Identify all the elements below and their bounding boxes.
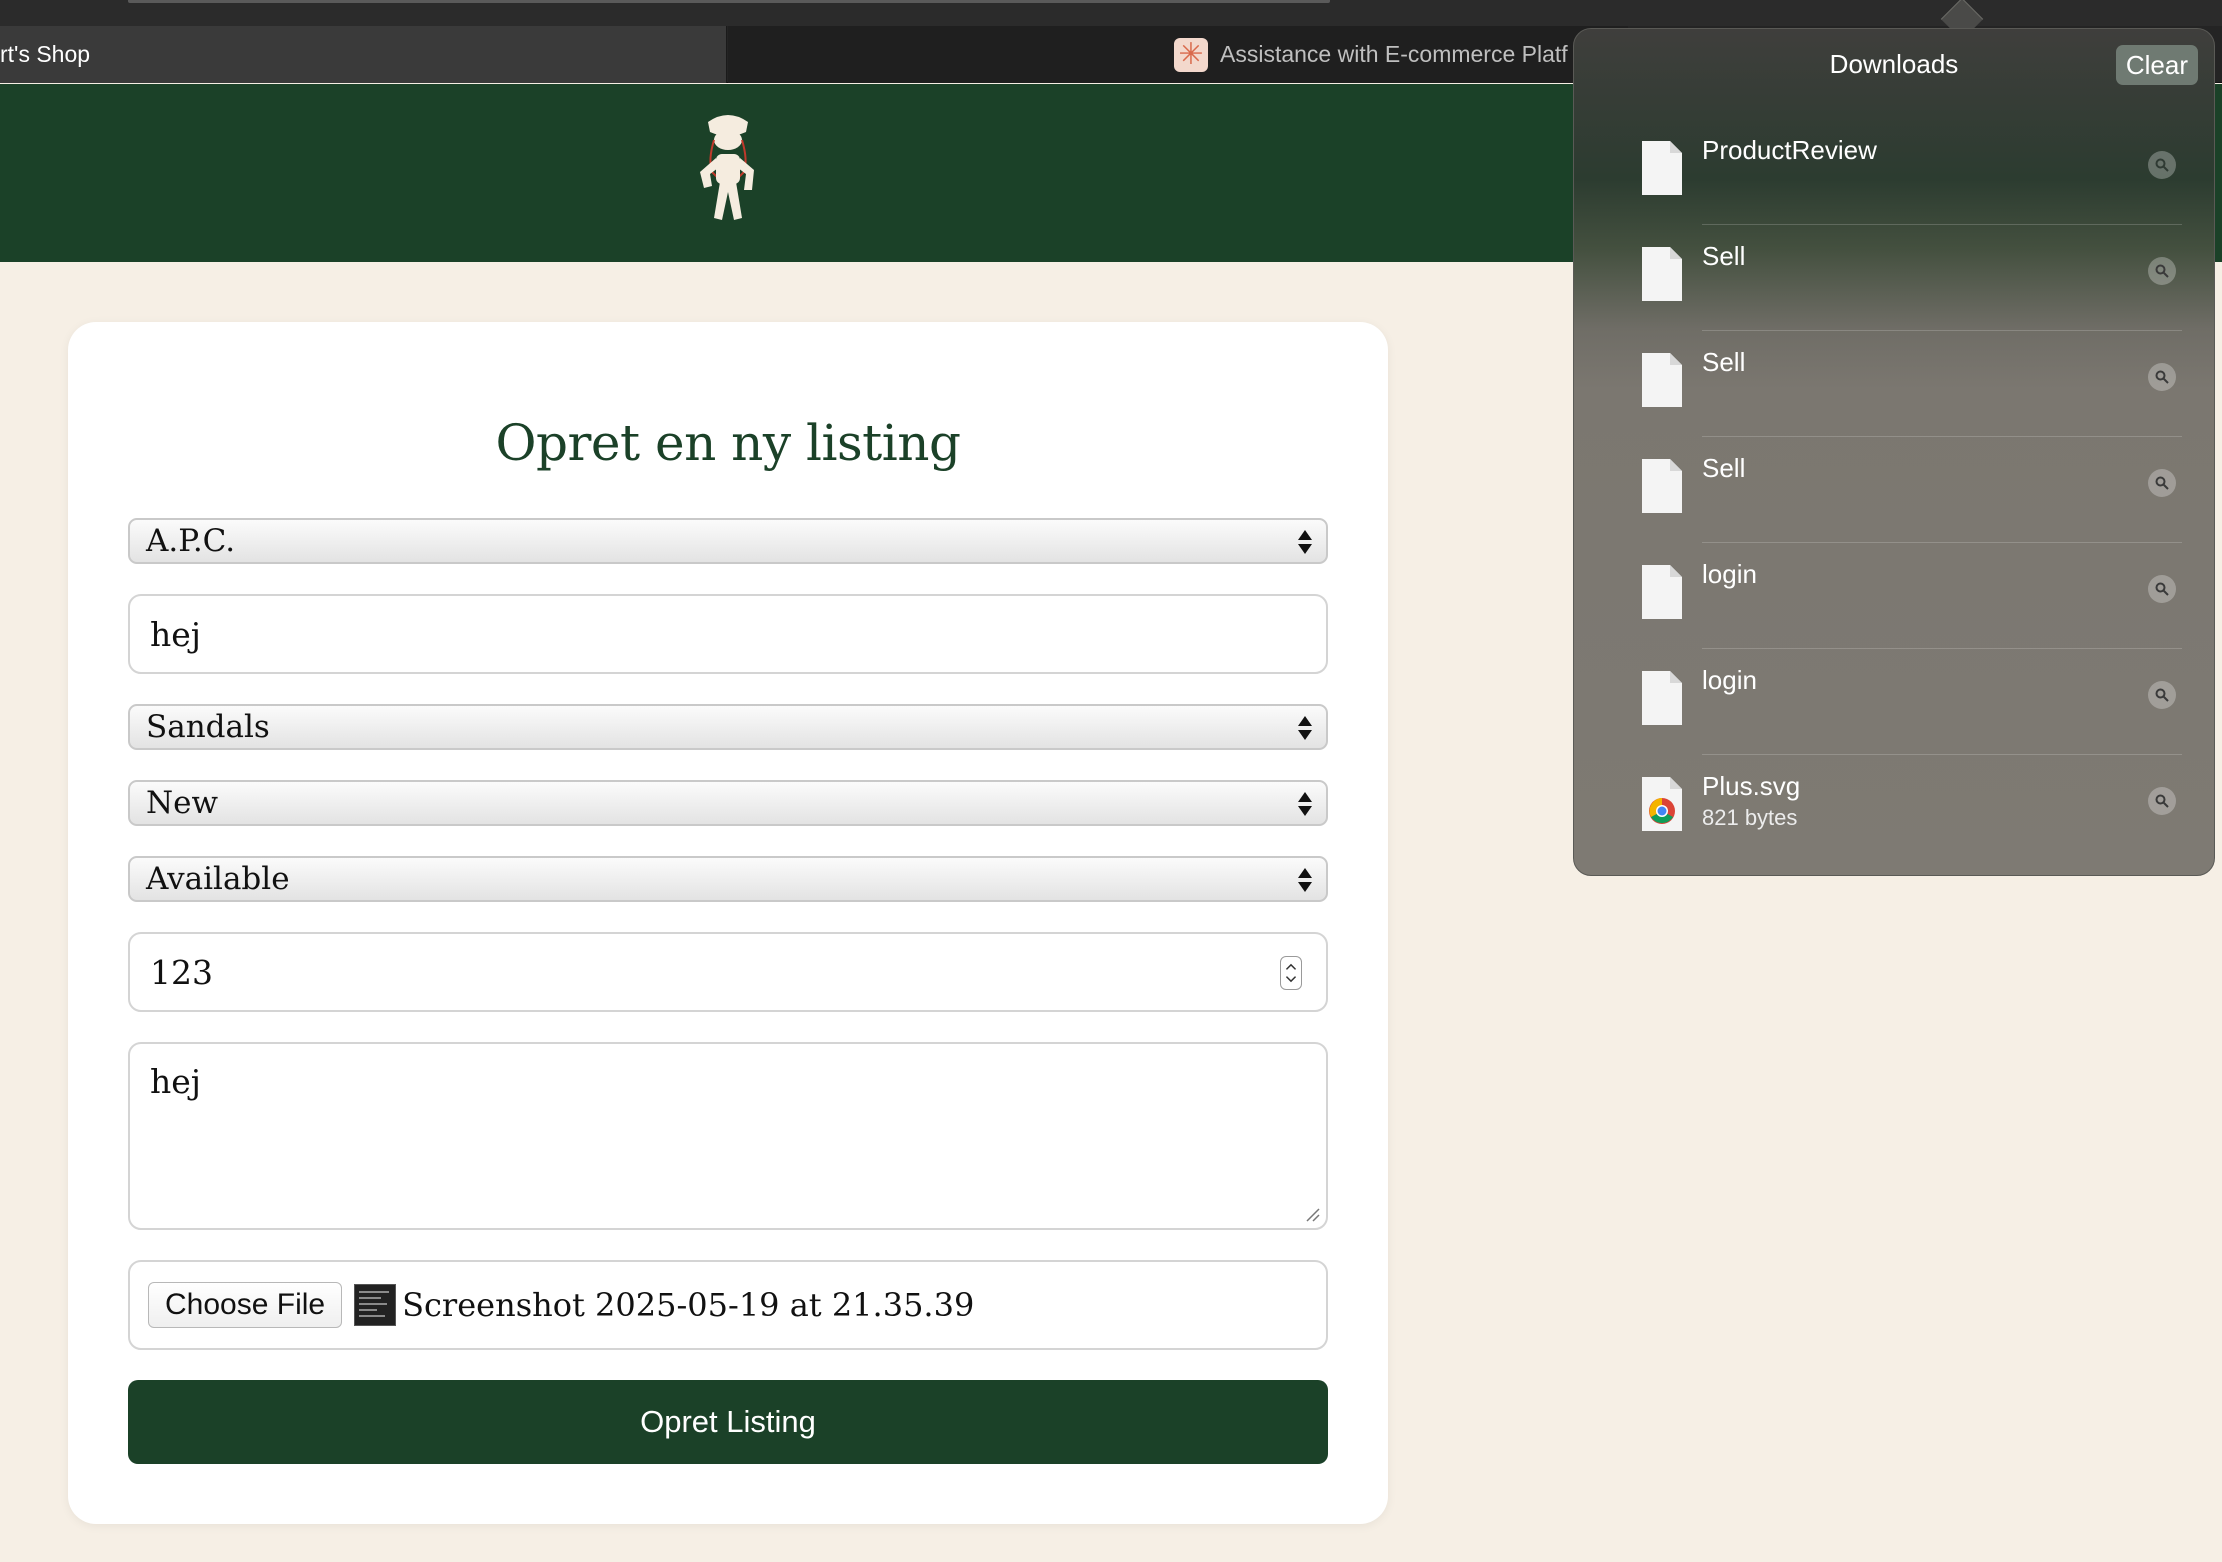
download-item[interactable]: Sell xyxy=(1574,225,2214,331)
description-textarea[interactable]: hej xyxy=(128,1042,1328,1230)
category-select-value: Sandals xyxy=(146,709,270,745)
download-item[interactable]: login xyxy=(1574,649,2214,755)
name-input-value: hej xyxy=(150,614,202,654)
page-title: Opret en ny listing xyxy=(495,414,961,472)
brand-select-value: A.P.C. xyxy=(146,523,236,559)
download-item[interactable]: Plus.svg 821 bytes xyxy=(1574,755,2214,861)
download-size: 821 bytes xyxy=(1702,805,1798,830)
description-textarea-value: hej xyxy=(150,1062,202,1101)
downloads-popover: Downloads Clear ProductReview Sell Sell … xyxy=(1573,28,2215,876)
reveal-in-finder-icon[interactable] xyxy=(2148,363,2176,391)
create-listing-card: Opret en ny listing A.P.C. hej Sandals N… xyxy=(68,322,1388,1524)
image-file-input[interactable]: Choose File Screenshot 2025‑05‑19 at 21.… xyxy=(128,1260,1328,1350)
reveal-in-finder-icon[interactable] xyxy=(2148,257,2176,285)
resize-handle-icon[interactable] xyxy=(1304,1206,1320,1222)
download-name: login xyxy=(1702,665,1757,695)
document-icon xyxy=(1642,459,1682,513)
download-item[interactable]: login xyxy=(1574,543,2214,649)
reveal-in-finder-icon[interactable] xyxy=(2148,681,2176,709)
download-item[interactable]: Sell xyxy=(1574,331,2214,437)
tab-shop[interactable]: rt's Shop xyxy=(0,26,727,83)
reveal-in-finder-icon[interactable] xyxy=(2148,787,2176,815)
reveal-in-finder-icon[interactable] xyxy=(2148,469,2176,497)
site-logo-icon[interactable] xyxy=(690,110,766,230)
address-bar[interactable] xyxy=(128,0,1330,3)
status-select-value: Available xyxy=(146,861,290,897)
downloads-list: ProductReview Sell Sell Sell login login… xyxy=(1574,119,2214,861)
reveal-in-finder-icon[interactable] xyxy=(2148,575,2176,603)
select-arrows-icon xyxy=(1298,792,1312,816)
claude-star-icon: ✳ xyxy=(1174,37,1208,72)
create-listing-button[interactable]: Opret Listing xyxy=(128,1380,1328,1464)
tab-assistance[interactable]: ✳ Assistance with E-commerce Platf xyxy=(728,26,1628,83)
download-name: Sell xyxy=(1702,347,1746,377)
price-input[interactable]: 123 xyxy=(128,932,1328,1012)
download-name: Sell xyxy=(1702,453,1746,483)
select-arrows-icon xyxy=(1298,716,1312,740)
select-arrows-icon xyxy=(1298,530,1312,554)
file-thumbnail-icon xyxy=(354,1284,397,1326)
browser-toolbar xyxy=(0,0,2222,26)
document-icon xyxy=(1642,141,1682,195)
reveal-in-finder-icon[interactable] xyxy=(2148,151,2176,179)
download-name: Plus.svg xyxy=(1702,771,1801,801)
status-select[interactable]: Available xyxy=(128,856,1328,902)
document-icon xyxy=(1642,247,1682,301)
tab-assistance-title: Assistance with E-commerce Platf xyxy=(1220,41,1568,67)
chrome-document-icon xyxy=(1642,777,1682,831)
brand-select[interactable]: A.P.C. xyxy=(128,518,1328,564)
category-select[interactable]: Sandals xyxy=(128,704,1328,750)
document-icon xyxy=(1642,353,1682,407)
choose-file-button[interactable]: Choose File xyxy=(148,1282,343,1328)
condition-select-value: New xyxy=(146,785,219,821)
download-name: ProductReview xyxy=(1702,135,1877,165)
selected-file-name: Screenshot 2025‑05‑19 at 21.35.39 xyxy=(402,1286,975,1324)
document-icon xyxy=(1642,671,1682,725)
tab-shop-title: rt's Shop xyxy=(0,41,91,67)
price-input-value: 123 xyxy=(150,952,213,992)
condition-select[interactable]: New xyxy=(128,780,1328,826)
download-item[interactable]: Sell xyxy=(1574,437,2214,543)
download-name: Sell xyxy=(1702,241,1746,271)
number-stepper-icon[interactable] xyxy=(1280,956,1302,990)
download-item[interactable]: ProductReview xyxy=(1574,119,2214,225)
download-name: login xyxy=(1702,559,1757,589)
document-icon xyxy=(1642,565,1682,619)
select-arrows-icon xyxy=(1298,868,1312,892)
clear-downloads-button[interactable]: Clear xyxy=(2115,45,2198,85)
name-input[interactable]: hej xyxy=(128,594,1328,674)
